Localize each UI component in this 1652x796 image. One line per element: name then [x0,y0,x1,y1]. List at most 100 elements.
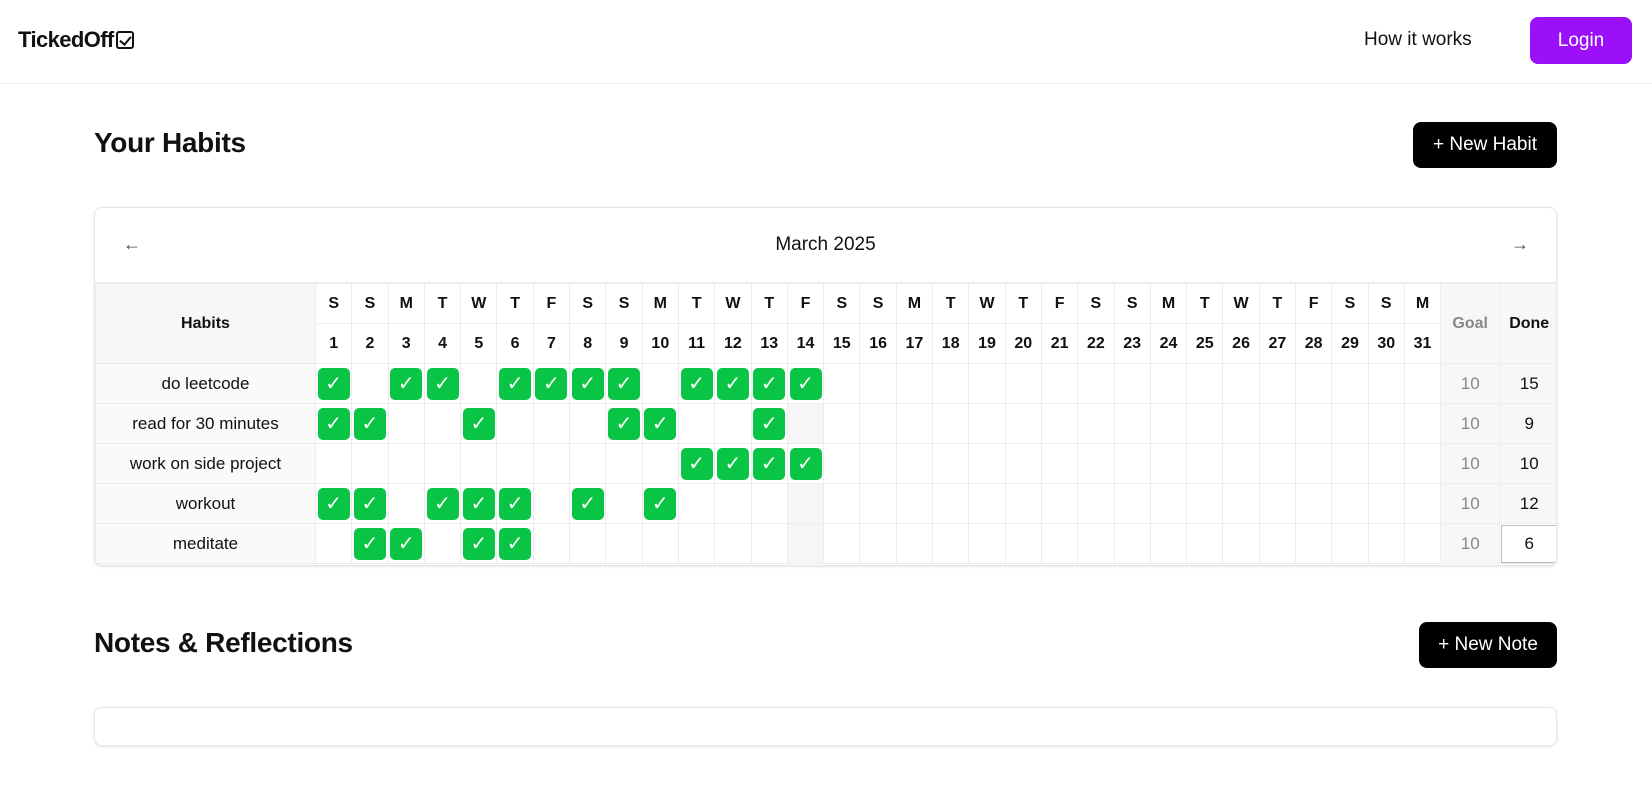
day-cell[interactable]: ✓ [496,483,534,524]
day-cell[interactable] [641,443,679,484]
day-cell[interactable] [823,363,861,404]
day-cell[interactable] [532,443,571,484]
day-cell[interactable] [1403,483,1442,524]
day-cell[interactable] [314,523,353,564]
habit-name[interactable]: meditate [95,523,316,564]
day-cell[interactable] [387,443,425,484]
day-cell[interactable] [1149,363,1188,404]
day-cell[interactable]: ✓ [460,483,498,524]
day-cell[interactable] [1367,443,1405,484]
day-cell[interactable] [1258,443,1297,484]
day-cell[interactable]: ✓ [714,443,752,484]
day-cell[interactable] [1186,363,1224,404]
day-cell[interactable] [569,403,607,444]
day-cell[interactable]: ✓ [314,363,353,404]
goal-value[interactable]: 10 [1440,443,1501,484]
day-cell[interactable]: ✓ [423,483,462,524]
day-cell[interactable] [1149,443,1188,484]
day-cell[interactable] [677,483,716,524]
day-cell[interactable] [1186,523,1224,564]
habit-name[interactable]: read for 30 minutes [95,403,316,444]
day-cell[interactable] [1149,483,1188,524]
day-cell[interactable] [1258,403,1297,444]
goal-value[interactable]: 10 [1440,403,1501,444]
day-cell[interactable] [968,443,1006,484]
day-cell[interactable] [932,443,970,484]
day-cell[interactable] [1403,523,1442,564]
day-cell[interactable]: ✓ [605,363,643,404]
day-cell[interactable] [387,483,425,524]
day-cell[interactable] [423,403,462,444]
done-value[interactable]: 12 [1499,483,1556,524]
day-cell[interactable] [1040,443,1079,484]
day-cell[interactable] [1077,483,1115,524]
day-cell[interactable] [1004,363,1042,404]
next-month-arrow-icon[interactable]: → [1511,234,1529,255]
day-cell[interactable] [932,363,970,404]
day-cell[interactable] [1295,403,1333,444]
day-cell[interactable]: ✓ [569,363,607,404]
day-cell[interactable] [1295,363,1333,404]
day-cell[interactable]: ✓ [314,403,353,444]
day-cell[interactable]: ✓ [496,523,534,564]
new-note-button[interactable]: + New Note [1419,622,1557,668]
day-cell[interactable] [1222,523,1260,564]
done-value[interactable]: 6 [1499,523,1556,564]
habit-name[interactable]: do leetcode [95,363,316,404]
day-cell[interactable] [1149,523,1188,564]
day-cell[interactable] [859,443,897,484]
day-cell[interactable] [1258,483,1297,524]
day-cell[interactable] [895,443,934,484]
logo[interactable]: TickedOff [18,27,134,53]
day-cell[interactable] [1222,403,1260,444]
day-cell[interactable] [968,523,1006,564]
day-cell[interactable] [859,363,897,404]
day-cell[interactable] [932,403,970,444]
day-cell[interactable] [532,483,571,524]
goal-value[interactable]: 10 [1440,483,1501,524]
day-cell[interactable] [1295,443,1333,484]
day-cell[interactable] [1331,443,1369,484]
day-cell[interactable] [1186,403,1224,444]
day-cell[interactable] [1403,403,1442,444]
day-cell[interactable] [569,523,607,564]
day-cell[interactable]: ✓ [351,483,389,524]
day-cell[interactable] [677,523,716,564]
day-cell[interactable] [1113,523,1151,564]
day-cell[interactable] [823,483,861,524]
day-cell[interactable] [1295,483,1333,524]
day-cell[interactable] [496,443,534,484]
day-cell[interactable] [677,403,716,444]
day-cell[interactable]: ✓ [750,363,788,404]
day-cell[interactable]: ✓ [641,483,679,524]
day-cell[interactable] [641,523,679,564]
day-cell[interactable] [496,403,534,444]
day-cell[interactable] [786,483,825,524]
day-cell[interactable] [314,443,353,484]
day-cell[interactable]: ✓ [750,403,788,444]
day-cell[interactable] [1331,363,1369,404]
day-cell[interactable] [968,363,1006,404]
day-cell[interactable] [1258,363,1297,404]
new-habit-button[interactable]: + New Habit [1413,122,1557,168]
done-value[interactable]: 9 [1499,403,1556,444]
day-cell[interactable] [1222,443,1260,484]
day-cell[interactable]: ✓ [351,523,389,564]
day-cell[interactable]: ✓ [460,523,498,564]
day-cell[interactable] [968,403,1006,444]
day-cell[interactable] [460,363,498,404]
day-cell[interactable] [1040,403,1079,444]
day-cell[interactable] [351,363,389,404]
day-cell[interactable] [1113,443,1151,484]
day-cell[interactable]: ✓ [641,403,679,444]
day-cell[interactable] [351,443,389,484]
day-cell[interactable] [532,403,571,444]
day-cell[interactable] [1367,483,1405,524]
day-cell[interactable] [605,483,643,524]
day-cell[interactable]: ✓ [677,363,716,404]
day-cell[interactable] [714,403,752,444]
day-cell[interactable] [1367,363,1405,404]
day-cell[interactable] [1149,403,1188,444]
day-cell[interactable] [1186,443,1224,484]
day-cell[interactable]: ✓ [714,363,752,404]
